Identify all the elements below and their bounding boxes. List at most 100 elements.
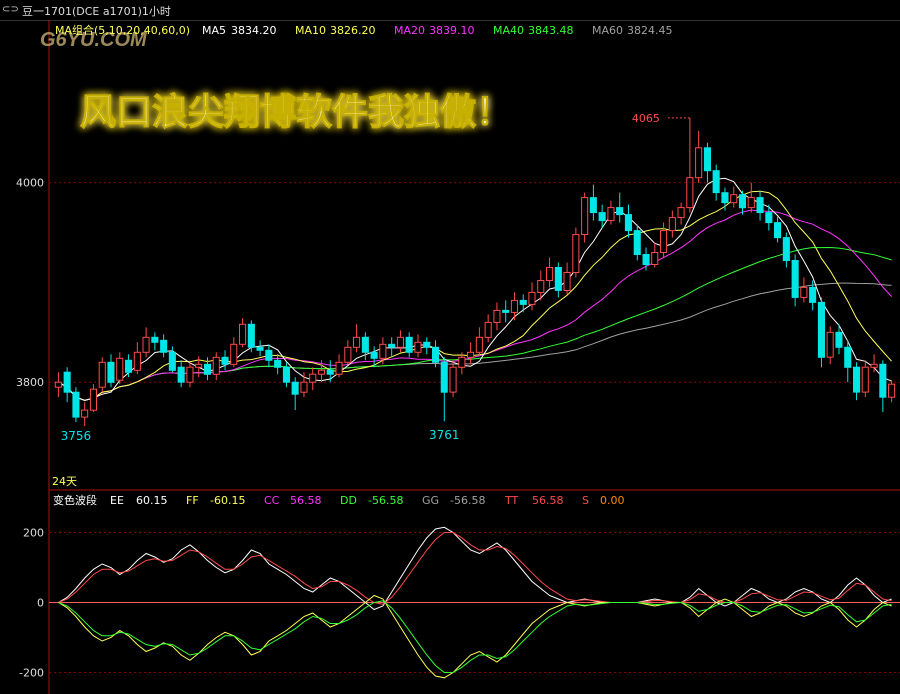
ma20-value: 3839.10 bbox=[429, 24, 475, 37]
dd-label: DD bbox=[340, 494, 357, 507]
candle-body bbox=[353, 336, 361, 348]
price-tick-label: 4000 bbox=[16, 177, 44, 190]
ma60-label: MA60 bbox=[592, 24, 623, 37]
candle-body bbox=[888, 383, 896, 398]
candle-body bbox=[265, 349, 273, 361]
candle bbox=[554, 262, 562, 298]
indicator-dd-line bbox=[58, 600, 892, 673]
candle bbox=[668, 210, 676, 238]
candle-body bbox=[203, 363, 211, 375]
candle-body bbox=[677, 207, 685, 219]
candle-body bbox=[379, 343, 387, 359]
candle-body bbox=[125, 359, 133, 373]
candle-body bbox=[221, 356, 229, 365]
candle bbox=[335, 354, 343, 378]
candle bbox=[160, 334, 168, 358]
candle-body bbox=[168, 351, 176, 371]
candle-body bbox=[54, 381, 62, 388]
ma5-value: 3834.20 bbox=[231, 24, 277, 37]
window-menu-icon[interactable]: ⊂⊃ bbox=[2, 4, 19, 15]
indicator-cc-line bbox=[58, 532, 892, 605]
candle-body bbox=[186, 366, 194, 383]
candle bbox=[633, 224, 641, 261]
period-label: 24天 bbox=[52, 475, 77, 488]
candle-body bbox=[274, 359, 282, 368]
ma10-label: MA10 bbox=[295, 24, 326, 37]
candle bbox=[651, 242, 659, 268]
candle-body bbox=[361, 336, 369, 353]
candle bbox=[695, 130, 703, 183]
promo-banner: 风口浪尖翔博软件我独傲！ bbox=[80, 92, 512, 133]
candle bbox=[212, 352, 220, 381]
candle-body bbox=[738, 194, 747, 209]
candle bbox=[344, 340, 352, 365]
candle-body bbox=[396, 336, 404, 348]
candle-body bbox=[879, 363, 887, 398]
candle-body bbox=[484, 321, 492, 338]
ma40-label: MA40 bbox=[493, 24, 524, 37]
candle-body bbox=[142, 336, 150, 353]
candle bbox=[282, 362, 290, 388]
chart-canvas: G6YU.COM MA组合(5,10,20,40,60,0) MA5 3834.… bbox=[16, 20, 900, 694]
price-tick-label: 3800 bbox=[16, 376, 44, 389]
candle-body bbox=[756, 197, 764, 214]
candle bbox=[546, 257, 554, 288]
candle-body bbox=[335, 361, 343, 375]
candle-body bbox=[282, 366, 290, 383]
candle-body bbox=[291, 381, 299, 395]
low-price-label: 3761 bbox=[429, 428, 460, 442]
ma-indicator-name: MA组合(5,10,20,40,60,0) bbox=[55, 23, 190, 37]
candle bbox=[528, 282, 536, 311]
candle bbox=[107, 354, 115, 388]
candle bbox=[616, 192, 624, 223]
gg-value: -56.58 bbox=[450, 494, 485, 507]
candle bbox=[168, 346, 176, 373]
candle-body bbox=[747, 197, 755, 209]
candle bbox=[563, 262, 571, 295]
candle bbox=[581, 192, 589, 243]
candle bbox=[686, 117, 694, 213]
candle bbox=[756, 190, 764, 221]
candle bbox=[256, 340, 264, 357]
candle bbox=[888, 380, 896, 403]
candle bbox=[502, 300, 510, 323]
ee-value: 60.15 bbox=[136, 494, 168, 507]
candle-body bbox=[835, 331, 843, 348]
candle bbox=[81, 402, 89, 427]
candle-body bbox=[467, 351, 475, 358]
candle-body bbox=[572, 234, 580, 274]
tt-value: 56.58 bbox=[532, 494, 564, 507]
candle bbox=[247, 320, 255, 353]
candle bbox=[607, 200, 615, 225]
candle-body bbox=[844, 346, 852, 368]
candle bbox=[475, 327, 483, 357]
candle bbox=[572, 227, 580, 278]
candle bbox=[624, 204, 633, 238]
candle-body bbox=[861, 366, 869, 393]
candle bbox=[510, 292, 518, 321]
high-price-label: 4065 bbox=[632, 112, 660, 125]
candle-body bbox=[774, 222, 782, 239]
candle-body bbox=[537, 280, 545, 293]
candle bbox=[133, 342, 141, 375]
candle bbox=[467, 342, 475, 365]
candle-body bbox=[414, 341, 422, 353]
candle-body bbox=[668, 217, 676, 232]
candle-body bbox=[247, 323, 255, 348]
candle bbox=[660, 222, 668, 258]
indicator-legend: 变色波段 EE 60.15 FF -60.15 CC 56.58 DD -56.… bbox=[53, 493, 625, 507]
cc-label: CC bbox=[264, 494, 280, 507]
window-title: 豆一1701(DCE a1701)1小时 bbox=[22, 5, 171, 18]
candle-body bbox=[589, 197, 597, 214]
candle bbox=[738, 190, 747, 215]
ma20-label: MA20 bbox=[394, 24, 425, 37]
candle bbox=[186, 362, 194, 388]
candle bbox=[125, 354, 133, 378]
indicator-ff-line bbox=[58, 594, 892, 679]
price-tick-labels: 3800 4000 bbox=[16, 177, 44, 390]
candle-body bbox=[563, 272, 571, 291]
candle-body bbox=[151, 336, 159, 343]
candle-body bbox=[686, 177, 694, 209]
ma5-label: MA5 bbox=[202, 24, 226, 37]
candle bbox=[879, 360, 887, 413]
